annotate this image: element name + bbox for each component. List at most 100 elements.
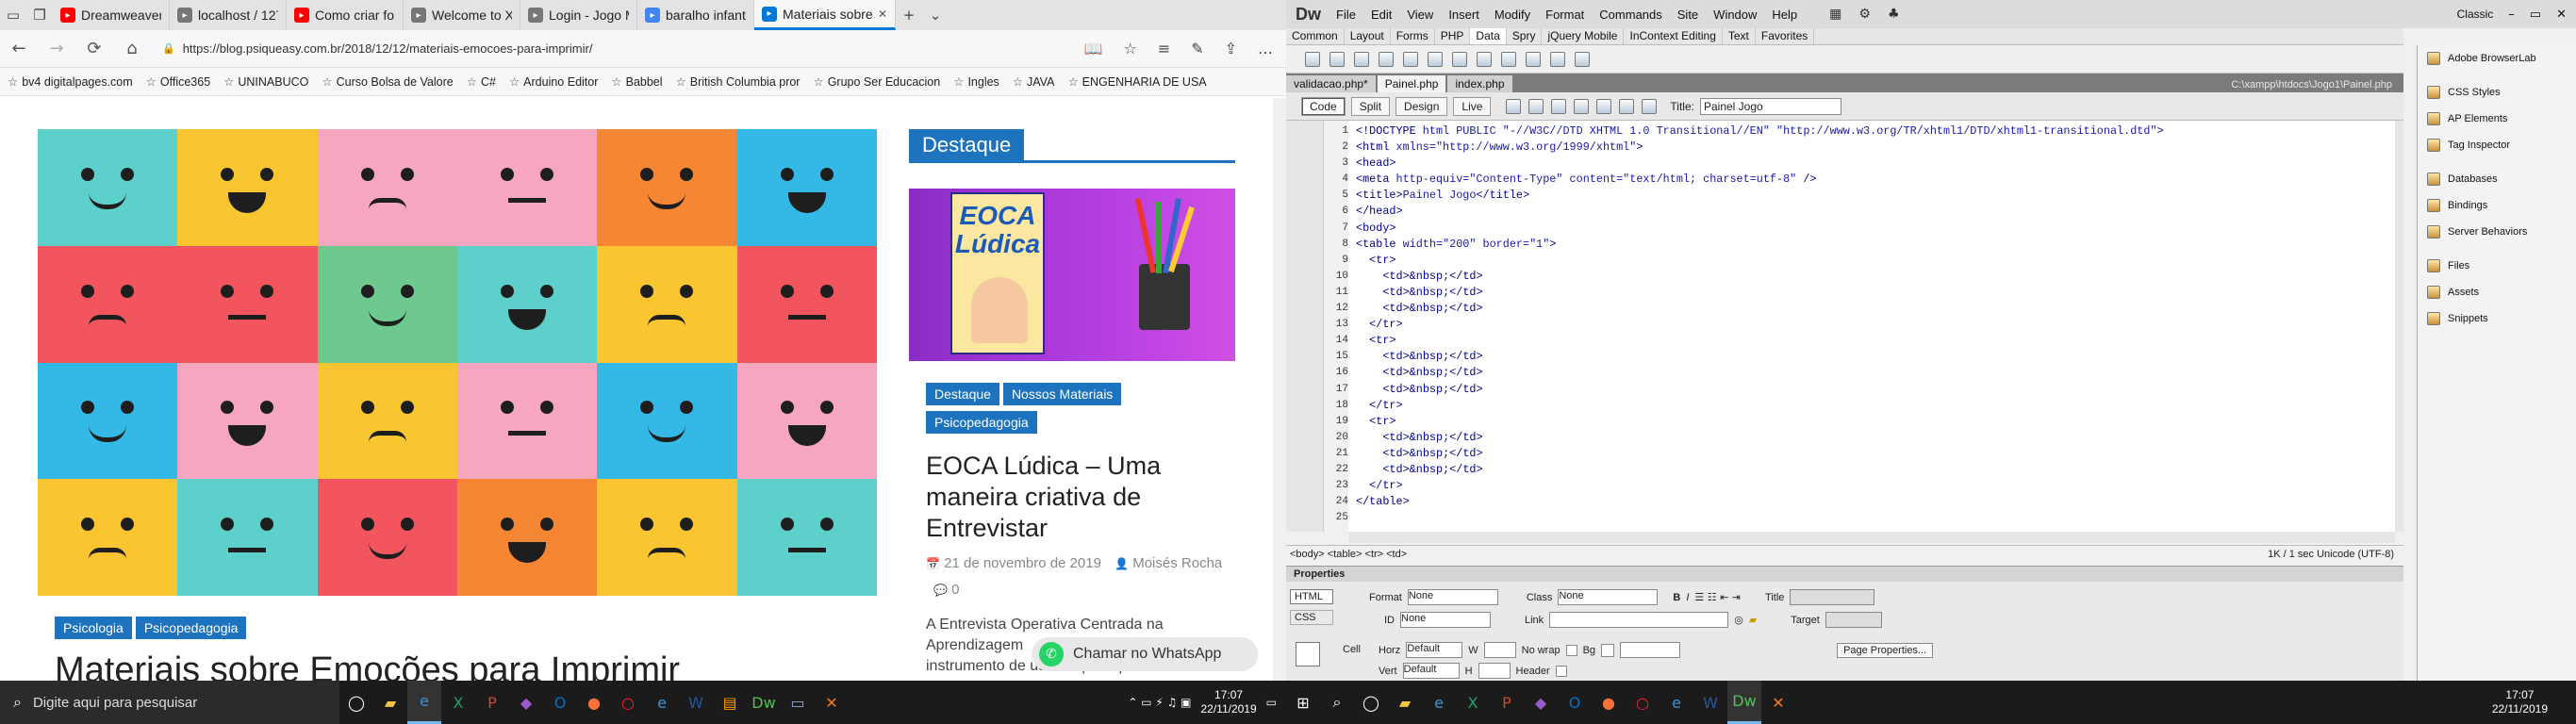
record-paging-icon[interactable] xyxy=(1428,51,1443,67)
link-input[interactable] xyxy=(1549,612,1729,628)
split-view-button[interactable]: Split xyxy=(1350,96,1391,116)
explorer-icon-2[interactable]: ▰ xyxy=(1388,681,1422,724)
code-hscrollbar[interactable] xyxy=(1348,532,2395,543)
insert-tab[interactable]: Spry xyxy=(1507,28,1543,44)
bookmark-item[interactable]: ☆ Babbel xyxy=(611,74,662,89)
delete-record-icon[interactable] xyxy=(1526,51,1541,67)
insert-tab[interactable]: Forms xyxy=(1391,28,1435,44)
dw-menu-item[interactable]: Site xyxy=(1670,8,1706,22)
opera-icon-2[interactable]: ○ xyxy=(1626,681,1660,724)
recordset-icon[interactable] xyxy=(1305,51,1320,67)
word-icon-2[interactable]: W xyxy=(1693,681,1727,724)
excel-icon[interactable]: X xyxy=(441,681,475,724)
insert-tab[interactable]: Data xyxy=(1470,28,1507,44)
dw-menu-item[interactable]: Window xyxy=(1706,8,1764,22)
insert-tab[interactable]: Text xyxy=(1723,28,1756,44)
tag-destaque[interactable]: Destaque xyxy=(926,383,999,405)
dw-menu-item[interactable]: Commands xyxy=(1592,8,1669,22)
code-editor[interactable]: <!DOCTYPE html PUBLIC "-//W3C//DTD XHTML… xyxy=(1356,123,2393,529)
bookmark-item[interactable]: ☆ Ingles xyxy=(953,74,999,89)
close-tab-icon[interactable]: ✕ xyxy=(878,8,887,21)
dreamweaver-icon[interactable]: Dw xyxy=(747,681,781,724)
favorite-star-icon[interactable]: ☆ xyxy=(1123,40,1136,58)
visual-aids-icon[interactable] xyxy=(1619,98,1635,114)
file-management-icon[interactable] xyxy=(1551,98,1567,114)
forward-icon[interactable]: → xyxy=(38,39,75,58)
vert-select[interactable]: Default xyxy=(1402,663,1460,679)
refresh-design-icon[interactable] xyxy=(1642,98,1658,114)
bookmark-item[interactable]: ☆ C# xyxy=(467,74,496,89)
bookmark-item[interactable]: ☆ Grupo Ser Educacion xyxy=(813,74,940,89)
panel-item[interactable]: Server Behaviors xyxy=(2418,219,2576,245)
class-select[interactable]: None xyxy=(1558,589,1659,605)
clock-left[interactable]: 17:07 22/11/2019 xyxy=(1200,688,1256,716)
insert-tab[interactable]: InContext Editing xyxy=(1624,28,1723,44)
browser-tab[interactable]: ▸ Welcome to XAMP xyxy=(404,0,520,30)
favorites-icon[interactable]: ≡ xyxy=(1158,40,1170,58)
show-region-icon[interactable] xyxy=(1403,51,1418,67)
dynamic-data-icon[interactable] xyxy=(1354,51,1369,67)
search-icon-2[interactable]: ⌕ xyxy=(1320,681,1354,724)
featured-title[interactable]: EOCA Lúdica – Uma maneira criativa de En… xyxy=(926,451,1209,544)
doc-tab-validacao[interactable]: validacao.php* xyxy=(1286,75,1376,92)
featured-author[interactable]: Moisés Rocha xyxy=(1132,555,1222,571)
header-checkbox[interactable] xyxy=(1555,665,1567,677)
code-scrollbar[interactable] xyxy=(2395,121,2403,532)
page-scrollbar[interactable] xyxy=(1273,98,1286,681)
user-auth-icon[interactable] xyxy=(1550,51,1565,67)
multiscreen-icon[interactable] xyxy=(1506,98,1522,114)
bookmark-item[interactable]: ☆ ENGENHARIA DE USA xyxy=(1067,74,1206,89)
insert-tab[interactable]: Layout xyxy=(1345,28,1391,44)
tab-preview-icon[interactable]: ❐ xyxy=(26,2,53,28)
tag-selector[interactable]: <body> <table> <tr> <td> xyxy=(1290,549,1407,560)
bookmark-item[interactable]: ☆ British Columbia pror xyxy=(676,74,801,89)
featured-comments[interactable]: 0 xyxy=(951,582,959,598)
browser-tab[interactable]: ▸ Dreamweaver - Sis xyxy=(53,0,170,30)
panel-item[interactable]: CSS Styles xyxy=(2418,79,2576,106)
bookmark-item[interactable]: ☆ Curso Bolsa de Valore xyxy=(322,74,453,89)
insert-tab[interactable]: jQuery Mobile xyxy=(1542,28,1625,44)
html-mode-button[interactable]: HTML xyxy=(1290,589,1333,604)
tag-psicologia[interactable]: Psicologia xyxy=(55,617,132,639)
minimize-icon[interactable]: – xyxy=(2508,8,2515,22)
horz-select[interactable]: Default xyxy=(1406,642,1463,658)
firefox-icon[interactable]: ● xyxy=(577,681,611,724)
taskbar-search[interactable]: ⌕ Digite aqui para pesquisar xyxy=(0,681,339,724)
edge-2-icon[interactable]: e xyxy=(645,681,679,724)
tray-icons[interactable]: ⌃ ▭ ⚡ ♫ ▣ xyxy=(1128,696,1191,709)
dw-menu-item[interactable]: Modify xyxy=(1487,8,1538,22)
visual-studio-icon[interactable]: ◆ xyxy=(509,681,543,724)
insert-tab[interactable]: Common xyxy=(1286,28,1345,44)
more-icon[interactable]: … xyxy=(1258,40,1273,58)
tag-psicopedagogia-2[interactable]: Psicopedagogia xyxy=(926,411,1037,434)
id-select[interactable]: None xyxy=(1400,612,1491,628)
panel-item[interactable]: Tag Inspector xyxy=(2418,132,2576,158)
bookmark-item[interactable]: ☆ bv4 digitalpages.com xyxy=(8,74,133,89)
page-properties-button[interactable]: Page Properties... xyxy=(1837,642,1934,658)
bookmark-item[interactable]: ☆ Office365 xyxy=(146,74,211,89)
clock-right[interactable]: 17:07 22/11/2019 xyxy=(2492,688,2576,716)
task-view-icon[interactable]: ◯ xyxy=(339,681,373,724)
point-to-file-icon[interactable]: ◎ xyxy=(1734,614,1743,626)
powerpoint-icon[interactable]: P xyxy=(475,681,509,724)
notepad-icon[interactable]: ▭ xyxy=(781,681,815,724)
panel-item[interactable]: Assets xyxy=(2418,279,2576,305)
excel-icon-2[interactable]: X xyxy=(1456,681,1490,724)
doc-tab-index[interactable]: index.php xyxy=(1447,75,1512,92)
nowrap-checkbox[interactable] xyxy=(1565,644,1577,656)
live-view-button[interactable]: Live xyxy=(1453,96,1492,116)
list-icons[interactable]: ☰ ☷ ⇤ ⇥ xyxy=(1694,591,1741,603)
panel-item[interactable]: Adobe BrowserLab xyxy=(2418,45,2576,72)
bg-color-swatch[interactable] xyxy=(1601,643,1615,657)
outlook-icon[interactable]: O xyxy=(543,681,577,724)
start-icon[interactable]: ⊞ xyxy=(1286,681,1320,724)
edge-icon-2[interactable]: e xyxy=(1422,681,1456,724)
css-mode-button[interactable]: CSS xyxy=(1290,610,1333,625)
italic-button[interactable]: I xyxy=(1686,592,1689,603)
firefox-icon-2[interactable]: ● xyxy=(1592,681,1626,724)
close-icon[interactable]: ✕ xyxy=(2556,8,2567,22)
dw-menu-item[interactable]: File xyxy=(1329,8,1363,22)
sublime-icon[interactable]: ▤ xyxy=(713,681,747,724)
check-browser-icon[interactable] xyxy=(1596,98,1612,114)
dw-menu-item[interactable]: Help xyxy=(1764,8,1805,22)
